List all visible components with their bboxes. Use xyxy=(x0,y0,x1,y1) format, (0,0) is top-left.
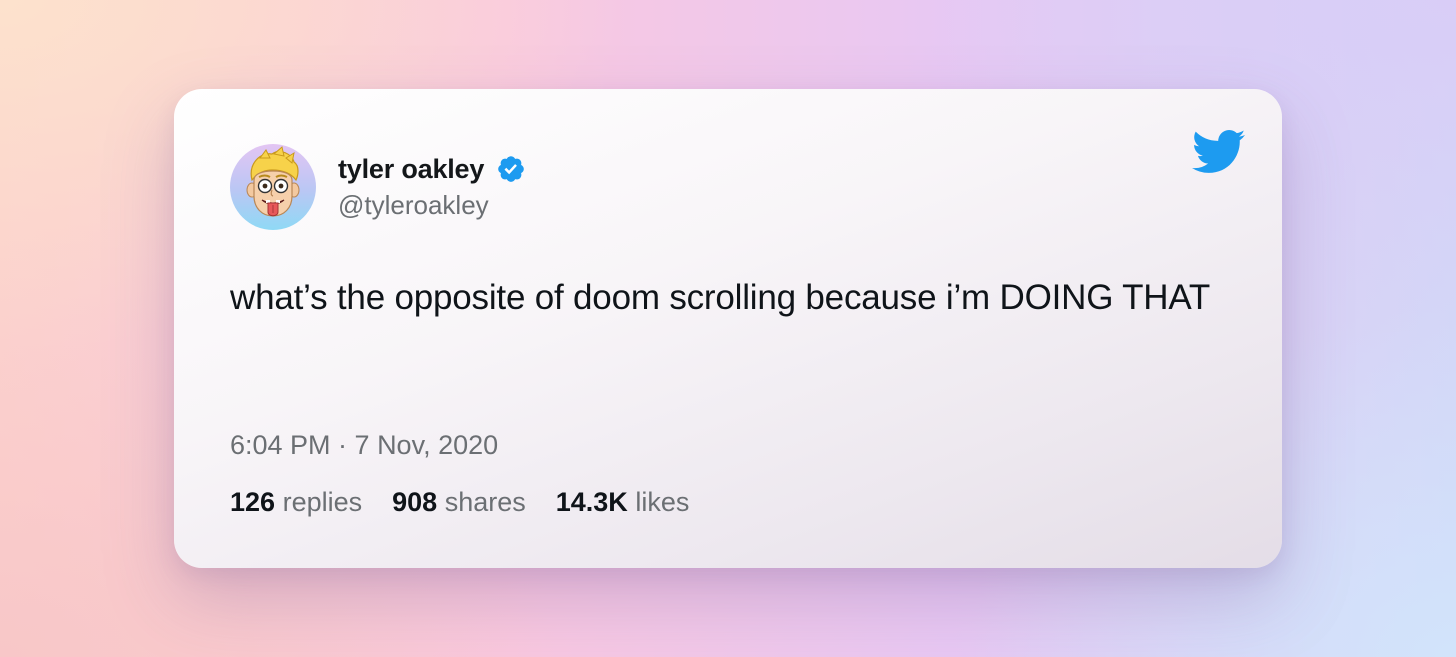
twitter-bird-icon[interactable] xyxy=(1192,129,1246,175)
tweet-timestamp[interactable]: 6:04 PM · 7 Nov, 2020 xyxy=(230,430,498,461)
replies-count: 126 xyxy=(230,487,276,517)
author-handle[interactable]: @tyleroakley xyxy=(338,190,489,221)
replies-label: replies xyxy=(282,487,363,517)
likes-label: likes xyxy=(635,487,690,517)
tweet-text: what’s the opposite of doom scrolling be… xyxy=(230,278,1211,317)
shares-label: shares xyxy=(444,487,526,517)
tweet-card: tyler oakley @tyleroakley what’s the opp… xyxy=(174,89,1282,568)
author-row: tyler oakley xyxy=(338,152,526,186)
author-name[interactable]: tyler oakley xyxy=(338,154,484,185)
shares-count: 908 xyxy=(392,487,438,517)
tweet-stats: 126 replies 908 shares 14.3K likes xyxy=(230,487,719,518)
cartoon-avatar-icon xyxy=(246,146,300,217)
verified-badge-icon xyxy=(498,156,525,182)
shares-stat[interactable]: 908 shares xyxy=(392,487,526,518)
avatar[interactable] xyxy=(230,144,316,230)
likes-count: 14.3K xyxy=(555,487,628,517)
likes-stat[interactable]: 14.3K likes xyxy=(556,487,690,518)
replies-stat[interactable]: 126 replies xyxy=(230,487,362,518)
